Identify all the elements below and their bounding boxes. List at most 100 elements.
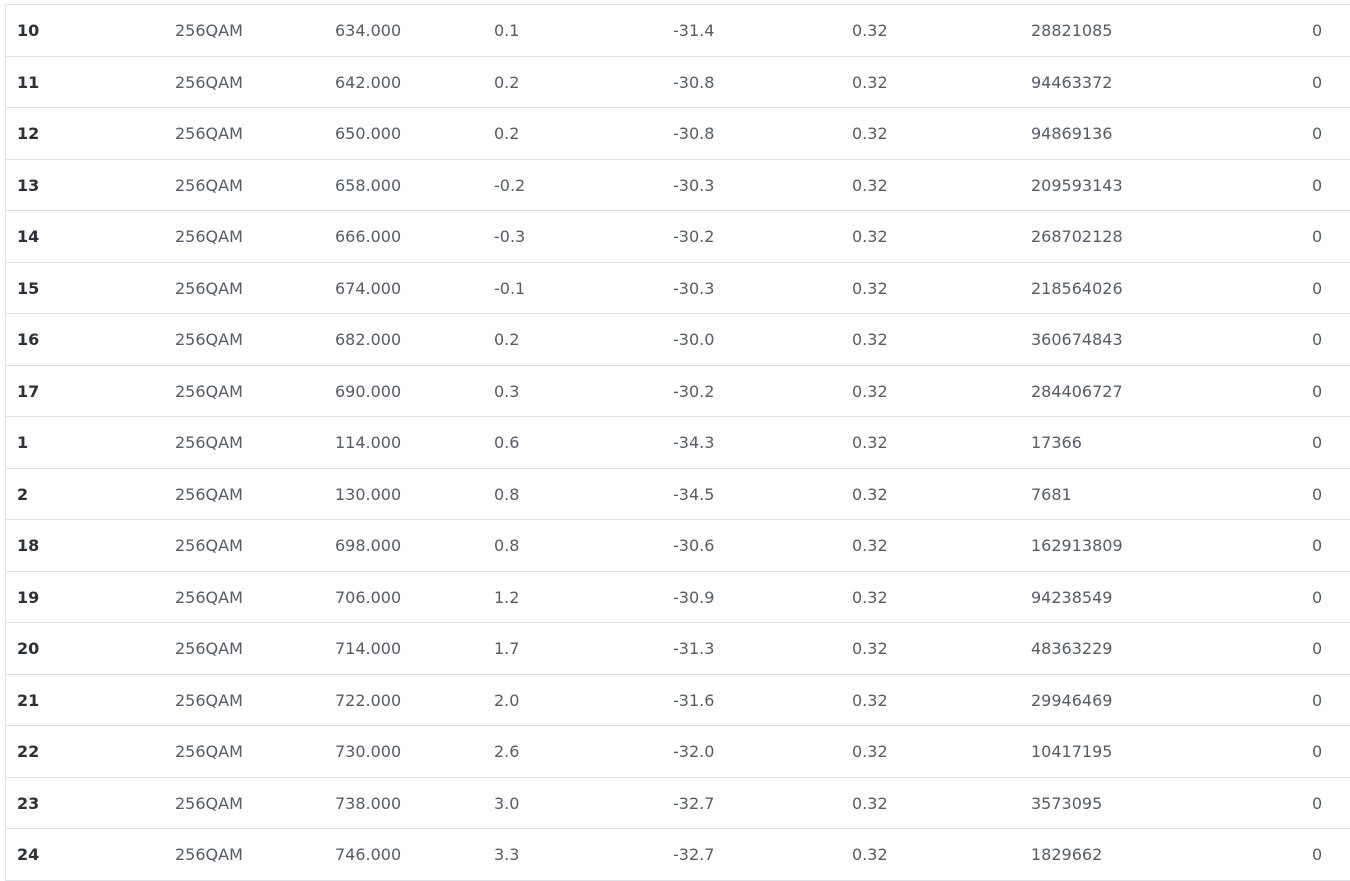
snr-cell: -34.3 [673,433,715,452]
table-row: 18 256QAM 698.000 0.8 -30.6 0.32 162913809 0 [6,520,1350,572]
frequency-cell: 674.000 [335,278,402,298]
value-cell: 0.32 [852,639,888,658]
frequency-cell: 642.000 [335,72,402,92]
snr-cell: -30.9 [673,587,715,607]
power-cell: 0.8 [494,484,520,504]
corrected-cell: 48363229 [1031,639,1113,658]
modulation-cell: 256QAM [175,21,243,40]
snr-cell: -32.7 [673,845,715,864]
corrected-cell: 94463372 [1031,72,1113,92]
channel-id-cell: 14 [17,227,40,246]
value-cell: 0.32 [852,484,888,504]
channel-id-cell: 21 [17,690,40,710]
corrected-cell: 29946469 [1031,690,1113,710]
value-cell: 0.32 [852,175,888,195]
modulation-cell: 256QAM [175,536,243,555]
value-cell: 0.32 [852,124,888,143]
channel-id-cell: 11 [17,72,40,92]
channel-id-cell: 18 [17,536,40,555]
power-cell: 0.2 [494,124,520,143]
uncorrectables-cell: 0 [1312,639,1323,658]
uncorrectables-cell: 0 [1312,124,1323,143]
table-row: 17 256QAM 690.000 0.3 -30.2 0.32 284406727 0 [6,366,1350,417]
power-cell: -0.1 [494,278,526,298]
uncorrectables-cell: 0 [1312,330,1323,349]
corrected-cell: 284406727 [1031,381,1123,401]
uncorrectables-cell: 0 [1312,227,1323,246]
snr-cell: -30.0 [673,330,715,349]
channel-id-cell: 24 [17,845,40,864]
power-cell: 0.6 [494,433,520,452]
corrected-cell: 3573095 [1031,793,1103,813]
channel-id-cell: 16 [17,330,40,349]
power-cell: 0.3 [494,381,520,401]
corrected-cell: 17366 [1031,433,1082,452]
power-cell: 0.2 [494,72,520,92]
value-cell: 0.32 [852,845,888,864]
frequency-cell: 666.000 [335,227,402,246]
corrected-cell: 1829662 [1031,845,1103,864]
uncorrectables-cell: 0 [1312,690,1323,710]
frequency-cell: 706.000 [335,587,402,607]
power-cell: 3.3 [494,845,520,864]
power-cell: 0.8 [494,536,520,555]
channel-id-cell: 22 [17,742,40,761]
snr-cell: -31.4 [673,21,715,40]
value-cell: 0.32 [852,381,888,401]
snr-cell: -32.7 [673,793,715,813]
modulation-cell: 256QAM [175,330,243,349]
value-cell: 0.32 [852,690,888,710]
modulation-cell: 256QAM [175,639,243,658]
table-row: 12 256QAM 650.000 0.2 -30.8 0.32 94869136 0 [6,108,1350,160]
channel-id-cell: 15 [17,278,40,298]
table-row: 1 256QAM 114.000 0.6 -34.3 0.32 17366 0 [6,417,1350,469]
value-cell: 0.32 [852,227,888,246]
uncorrectables-cell: 0 [1312,536,1323,555]
table-row: 22 256QAM 730.000 2.6 -32.0 0.32 10417195 0 [6,726,1350,778]
snr-cell: -30.2 [673,381,715,401]
modulation-cell: 256QAM [175,278,243,298]
channel-id-cell: 13 [17,175,40,195]
frequency-cell: 738.000 [335,793,402,813]
frequency-cell: 658.000 [335,175,402,195]
table-row: 15 256QAM 674.000 -0.1 -30.3 0.32 218564026 0 [6,263,1350,314]
corrected-cell: 94238549 [1031,587,1113,607]
table-row: 24 256QAM 746.000 3.3 -32.7 0.32 1829662 0 [6,829,1350,881]
corrected-cell: 28821085 [1031,21,1113,40]
value-cell: 0.32 [852,278,888,298]
uncorrectables-cell: 0 [1312,72,1323,92]
frequency-cell: 730.000 [335,742,402,761]
corrected-cell: 10417195 [1031,742,1113,761]
value-cell: 0.32 [852,742,888,761]
table-row: 16 256QAM 682.000 0.2 -30.0 0.32 360674843 0 [6,314,1350,366]
corrected-cell: 7681 [1031,484,1072,504]
modulation-cell: 256QAM [175,793,243,813]
power-cell: 0.2 [494,330,520,349]
uncorrectables-cell: 0 [1312,381,1323,401]
value-cell: 0.32 [852,330,888,349]
modulation-cell: 256QAM [175,72,243,92]
channel-id-cell: 2 [17,484,29,504]
channel-id-cell: 19 [17,587,40,607]
frequency-cell: 714.000 [335,639,402,658]
snr-cell: -31.3 [673,639,715,658]
uncorrectables-cell: 0 [1312,793,1323,813]
modulation-cell: 256QAM [175,227,243,246]
frequency-cell: 746.000 [335,845,402,864]
corrected-cell: 360674843 [1031,330,1123,349]
snr-cell: -30.2 [673,227,715,246]
snr-cell: -34.5 [673,484,715,504]
power-cell: 1.7 [494,639,520,658]
frequency-cell: 682.000 [335,330,402,349]
snr-cell: -30.8 [673,72,715,92]
modulation-cell: 256QAM [175,484,243,504]
value-cell: 0.32 [852,587,888,607]
modulation-cell: 256QAM [175,690,243,710]
uncorrectables-cell: 0 [1312,21,1323,40]
modulation-cell: 256QAM [175,742,243,761]
value-cell: 0.32 [852,21,888,40]
frequency-cell: 114.000 [335,433,402,452]
channel-id-cell: 23 [17,793,40,813]
snr-cell: -30.8 [673,124,715,143]
table-row: 19 256QAM 706.000 1.2 -30.9 0.32 94238549 0 [6,572,1350,623]
